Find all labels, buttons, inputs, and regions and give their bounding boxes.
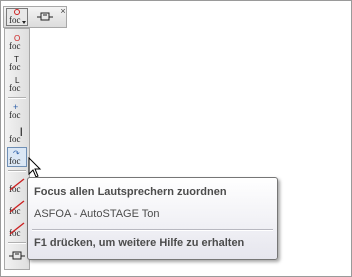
svg-text:|: |: [20, 126, 23, 136]
foc-l-icon: foc L: [9, 76, 21, 93]
tooltip-subtitle: ASFOA - AutoSTAGE Ton: [34, 208, 160, 220]
foc-strike-3-button[interactable]: foc: [7, 219, 27, 239]
foc-dropdown-button[interactable]: foc: [6, 8, 28, 26]
foc-strike-1-button[interactable]: foc: [7, 175, 27, 195]
toolbar-separator: [8, 170, 26, 172]
foc-strike-2-icon: foc: [9, 200, 25, 216]
foc-t-button[interactable]: foc T: [7, 53, 27, 73]
tooltip-help-text: F1 drücken, um weitere Hilfe zu erhalten: [34, 237, 245, 249]
foc-strike-1-icon: foc: [9, 178, 25, 194]
dock-icon: [9, 251, 25, 260]
foc-l-button[interactable]: foc L: [7, 74, 27, 94]
foc-strike-3-icon: foc: [9, 222, 25, 238]
svg-text:+: +: [13, 102, 18, 112]
foc-bar-icon: foc |: [9, 126, 23, 144]
dock-icon: [37, 12, 53, 21]
tooltip: Focus allen Lautsprechern zuordnen ASFOA…: [27, 177, 278, 260]
foc-plus-icon: foc +: [9, 102, 21, 120]
window-frame: foc × foc O foc T foc L foc + foc | foc …: [0, 0, 352, 277]
tooltip-title: Focus allen Lautsprechern zuordnen: [34, 186, 227, 198]
svg-text:foc: foc: [9, 134, 21, 144]
foc-arrow-icon: foc ↷: [9, 149, 21, 166]
foc-o-button[interactable]: foc O: [7, 32, 27, 52]
foc-t-icon: foc T: [9, 55, 21, 72]
foc-plus-button[interactable]: foc +: [7, 101, 27, 121]
foc-bar-button[interactable]: foc |: [7, 125, 27, 145]
foc-strike-2-button[interactable]: foc: [7, 197, 27, 217]
svg-text:T: T: [14, 55, 19, 64]
close-icon[interactable]: ×: [59, 7, 67, 16]
svg-text:L: L: [15, 76, 20, 85]
top-toolbar: foc ×: [3, 6, 67, 28]
svg-text:↷: ↷: [13, 149, 20, 158]
tooltip-separator: [32, 229, 273, 231]
toolbar-separator: [8, 97, 26, 99]
dock-button[interactable]: [34, 8, 56, 26]
foc-dropdown-icon: foc: [9, 9, 26, 25]
toolbar-separator: [8, 242, 26, 244]
assign-focus-all-speakers-button[interactable]: foc ↷: [7, 147, 27, 167]
svg-text:foc: foc: [9, 15, 21, 25]
dock-vertical-button[interactable]: [7, 246, 27, 266]
foc-o-icon: foc O: [9, 34, 21, 51]
svg-text:O: O: [14, 34, 20, 43]
mouse-cursor-icon: [28, 157, 42, 178]
